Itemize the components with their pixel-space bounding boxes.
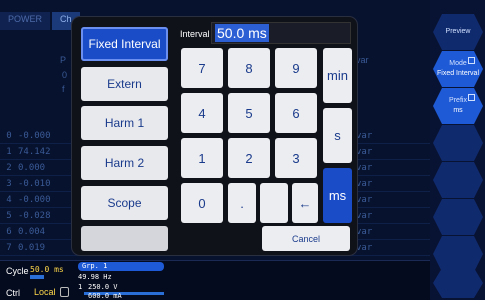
key-decimal[interactable]: . (228, 183, 256, 223)
empty-softkey[interactable] (433, 125, 483, 161)
menu-icon (468, 94, 475, 101)
key-7[interactable]: 7 (181, 48, 223, 88)
softkey-panel: Preview Mode Fixed Interval Prefix ms (430, 0, 485, 300)
mode-extern-button[interactable]: Extern (81, 67, 168, 101)
key-3[interactable]: 3 (275, 138, 317, 178)
mode-harm2-button[interactable]: Harm 2 (81, 146, 168, 180)
current-readout: 600.0 mA (88, 292, 122, 300)
ctrl-value: Local (34, 287, 56, 297)
interval-label: Interval (180, 29, 210, 39)
cycle-label: Cycle (6, 266, 29, 276)
bg-label-0: 0 (62, 70, 68, 80)
mode-harm1-button[interactable]: Harm 1 (81, 106, 168, 140)
empty-softkey[interactable] (433, 162, 483, 198)
mode-fixed-interval-button[interactable]: Fixed Interval (81, 27, 168, 61)
key-0[interactable]: 0 (181, 183, 223, 223)
mode-empty-button (81, 226, 168, 251)
frequency-readout: 49.98 Hz (78, 273, 112, 281)
menu-icon (468, 57, 475, 64)
bg-label-p: P (60, 55, 67, 65)
unit-ms-key[interactable]: ms (323, 168, 352, 223)
prefix-softkey[interactable]: Prefix ms (433, 88, 483, 124)
bg-unit-top: var (356, 55, 369, 65)
key-5[interactable]: 5 (228, 93, 270, 133)
tab-power[interactable]: POWER (0, 12, 51, 30)
voltage-readout: 250.0 V (88, 283, 118, 291)
key-blank[interactable] (260, 183, 288, 223)
interval-input[interactable]: 50.0 ms (211, 22, 351, 44)
meter-prefix: 1 (78, 283, 83, 291)
prefix-value: ms (453, 107, 463, 114)
mode-value: Fixed Interval (436, 70, 480, 77)
key-6[interactable]: 6 (275, 93, 317, 133)
cancel-button[interactable]: Cancel (262, 226, 350, 251)
ctrl-label: Ctrl (6, 288, 20, 298)
prefix-title: Prefix (449, 97, 467, 104)
bg-label-f: f (62, 84, 65, 94)
empty-softkey[interactable] (433, 199, 483, 235)
key-8[interactable]: 8 (228, 48, 270, 88)
key-4[interactable]: 4 (181, 93, 223, 133)
preview-label: Preview (445, 28, 471, 35)
unit-min-key[interactable]: min (323, 48, 352, 103)
mode-softkey[interactable]: Mode Fixed Interval (433, 51, 483, 87)
mode-title: Mode (449, 60, 467, 67)
backspace-key[interactable]: ← (292, 183, 318, 223)
interval-dialog: Fixed Interval Extern Harm 1 Harm 2 Scop… (72, 17, 357, 255)
group-badge: Grp. 1 (78, 262, 164, 271)
key-2[interactable]: 2 (228, 138, 270, 178)
key-1[interactable]: 1 (181, 138, 223, 178)
empty-softkey[interactable] (433, 236, 483, 272)
mode-scope-button[interactable]: Scope (81, 186, 168, 220)
interval-value: 50.0 ms (215, 24, 269, 42)
preview-softkey[interactable]: Preview (433, 14, 483, 50)
cycle-value: 50.0 ms (30, 265, 64, 274)
lock-icon (60, 287, 69, 297)
status-bar: Cycle 50.0 ms Ctrl Local (0, 260, 430, 300)
key-9[interactable]: 9 (275, 48, 317, 88)
cycle-bar (30, 275, 44, 279)
empty-softkey[interactable] (433, 268, 483, 298)
unit-s-key[interactable]: s (323, 108, 352, 163)
